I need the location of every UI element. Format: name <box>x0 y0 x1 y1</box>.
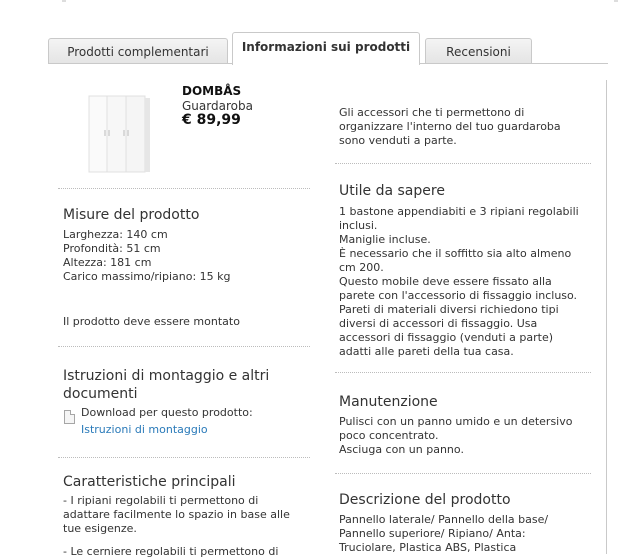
features-title: Caratteristiche principali <box>63 474 236 490</box>
document-icon <box>64 410 75 424</box>
divider <box>335 163 591 164</box>
tab-reviews[interactable]: Recensioni <box>425 38 532 64</box>
features-text: - I ripiani regolabili ti permettono di … <box>63 494 290 535</box>
accessories-note: Gli accessori che ti permettono di organ… <box>339 106 561 147</box>
assembly-instructions-link[interactable]: Istruzioni di montaggio <box>81 423 208 437</box>
good-to-know-text: 1 bastone appendiabiti e 3 ripiani regol… <box>339 205 579 358</box>
assembly-required-note: Il prodotto deve essere montato <box>63 315 240 328</box>
product-info-panel: DOMBÅS Guardaroba € 89,99 Misure del pro… <box>48 64 608 558</box>
measures-title: Misure del prodotto <box>63 207 200 223</box>
tab-complementary-products[interactable]: Prodotti complementari <box>48 38 228 64</box>
product-type: Guardaroba <box>182 99 253 113</box>
measures-list: Larghezza: 140 cm Profondità: 51 cm Alte… <box>63 228 231 283</box>
features-text-2: - Le cerniere regolabili ti permettono d… <box>63 545 279 558</box>
divider <box>58 188 310 189</box>
product-name: DOMBÅS <box>182 84 242 98</box>
divider <box>335 473 591 474</box>
product-price: € 89,99 <box>182 112 241 128</box>
divider <box>335 372 591 373</box>
download-label: Download per questo prodotto: <box>81 406 253 419</box>
care-title: Manutenzione <box>339 394 438 410</box>
care-text: Pulisci con un panno umido e un detersiv… <box>339 415 573 456</box>
tab-product-info[interactable]: Informazioni sui prodotti <box>232 32 420 65</box>
divider <box>58 346 310 347</box>
tab-bar: Prodotti complementari Informazioni sui … <box>48 32 608 65</box>
wardrobe-image <box>85 94 153 176</box>
description-title: Descrizione del prodotto <box>339 492 511 508</box>
assembly-title: Istruzioni di montaggio e altri document… <box>63 368 270 402</box>
divider <box>58 457 310 458</box>
good-to-know-title: Utile da sapere <box>339 183 445 199</box>
description-text: Pannello laterale/ Pannello della base/ … <box>339 513 549 554</box>
top-decoration <box>0 0 622 8</box>
